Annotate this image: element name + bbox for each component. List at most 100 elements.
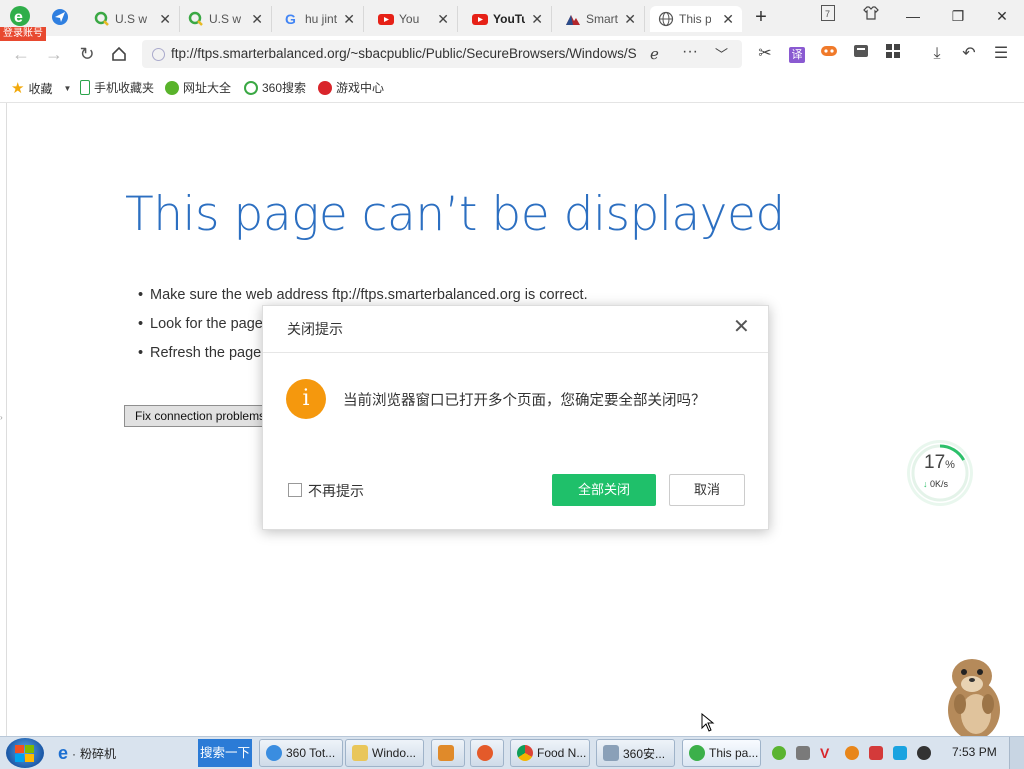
more-dots-icon[interactable]: ··· [682, 43, 698, 61]
cancel-button[interactable]: 取消 [669, 474, 745, 506]
youtube-icon [378, 11, 394, 27]
speed-widget[interactable]: 17% ↓ 0K/s [910, 443, 970, 503]
browser-logo-icon[interactable]: e [8, 5, 34, 27]
bookmark-mobile-favorites[interactable]: 手机收藏夹 [80, 79, 154, 96]
skin-shirt-icon[interactable] [857, 4, 885, 28]
taskbar-item-360-total[interactable]: 360 Tot... [259, 739, 343, 767]
side-arrow-icon[interactable]: › [0, 413, 3, 422]
mascot-groundhog-image[interactable] [930, 654, 1010, 740]
tray-search-icon[interactable] [845, 746, 859, 760]
download-icon[interactable]: ⤓ [926, 43, 948, 65]
taskbar-item-food[interactable]: Food N... [510, 739, 590, 767]
tray-v-icon[interactable]: V [820, 746, 834, 760]
bookmark-label: 360搜索 [262, 81, 307, 95]
tab-close-icon[interactable]: ✕ [722, 11, 734, 27]
tab-this-page-active[interactable]: This p ✕ [650, 6, 742, 32]
site-info-icon[interactable] [152, 48, 165, 61]
dot-separator: · [72, 746, 77, 761]
bookmark-sites[interactable]: 网址大全 [165, 79, 231, 96]
bookmark-360-search[interactable]: 360搜索 [244, 79, 306, 96]
quick-launch-shredder[interactable]: e · 粉碎机 [58, 743, 116, 764]
taskbar-item-app[interactable] [470, 739, 504, 767]
tab-close-icon[interactable]: ✕ [624, 11, 636, 27]
tray-monitor-icon[interactable] [893, 746, 907, 760]
taskbar-item-windows[interactable]: Windo... [345, 739, 424, 767]
bookmark-favorites[interactable]: ★ 收藏 ▼ [11, 79, 71, 97]
taskbar-label: Food N... [537, 746, 587, 760]
tab-close-icon[interactable]: ✕ [531, 11, 543, 27]
chevron-down-icon[interactable]: ﹀ [715, 44, 728, 63]
minimize-button[interactable]: — [899, 4, 927, 28]
youtube-icon [472, 11, 488, 27]
bookmark-label: 收藏 [28, 81, 53, 96]
dialog-close-icon[interactable]: ✕ [733, 316, 750, 338]
dropdown-arrow-icon[interactable]: ▼ [63, 84, 71, 93]
scissors-icon[interactable]: ✂ [754, 43, 776, 65]
login-account-badge[interactable]: 登录账号 [0, 27, 46, 41]
game-controller-icon[interactable] [818, 43, 840, 65]
tab-us-wa-1[interactable]: U.S wa ✕ [86, 6, 180, 32]
tab-count-icon[interactable]: 7 [814, 4, 842, 28]
tab-close-icon[interactable]: ✕ [159, 11, 171, 27]
tray-360-icon[interactable] [772, 746, 786, 760]
taskbar-label: Windo... [372, 746, 417, 760]
hint-look-for-page: Look for the page [138, 316, 263, 332]
apps-grid-icon[interactable] [882, 43, 904, 65]
tab-hu-jintao[interactable]: G hu jinta ✕ [276, 6, 364, 32]
tray-flag-icon[interactable] [869, 746, 883, 760]
ie-mode-icon[interactable]: ℯ [650, 45, 659, 63]
mouse-cursor-icon [701, 713, 715, 732]
start-button[interactable] [6, 738, 44, 768]
tray-volume-icon[interactable] [917, 746, 931, 760]
taskbar-item-this-page[interactable]: This pa... [682, 739, 761, 767]
tab-title: U.S wa [115, 12, 147, 26]
translate-icon[interactable]: 译 [786, 43, 808, 65]
fix-connection-button[interactable]: Fix connection problems [124, 405, 277, 427]
tab-close-icon[interactable]: ✕ [251, 11, 263, 27]
reload-icon[interactable]: ↻ [76, 43, 98, 65]
taskbar: e · 粉碎机 搜索一下 360 Tot... Windo... Food N.… [0, 736, 1024, 769]
tray-tool-icon[interactable] [796, 746, 810, 760]
restore-button[interactable]: ❐ [944, 4, 972, 28]
error-title: This page can’t be displayed [125, 187, 785, 242]
address-url[interactable]: ftp://ftps.smarterbalanced.org/~sbacpubl… [171, 46, 641, 61]
svg-text:G: G [285, 11, 296, 27]
dont-remind-checkbox[interactable] [288, 483, 302, 497]
speed-percent: 17% [924, 452, 955, 473]
dialog-message: 当前浏览器窗口已打开多个页面，您确定要全部关闭吗？ [343, 393, 706, 409]
taskbar-item-360-safe[interactable]: 360安... [596, 739, 675, 767]
new-tab-button[interactable]: + [750, 5, 772, 29]
menu-icon[interactable]: ☰ [990, 43, 1012, 65]
show-desktop-button[interactable] [1009, 737, 1024, 769]
hint-check-address: Make sure the web address ftp://ftps.sma… [138, 287, 588, 303]
taskbar-clock[interactable]: 7:53 PM [952, 745, 997, 759]
home-icon[interactable] [108, 43, 130, 65]
search-button[interactable]: 搜索一下 [198, 739, 252, 767]
close-all-button[interactable]: 全部关闭 [552, 474, 656, 506]
dont-remind-label[interactable]: 不再提示 [308, 481, 364, 501]
smarter-balanced-icon [565, 11, 581, 27]
tab-us-wa-2[interactable]: U.S wa ✕ [180, 6, 272, 32]
tab-title: This p [679, 12, 711, 26]
taskbar-item-media[interactable] [431, 739, 465, 767]
close-window-button[interactable]: ✕ [988, 4, 1016, 28]
tab-close-icon[interactable]: ✕ [437, 11, 449, 27]
undo-icon[interactable]: ↶ [958, 43, 980, 65]
reader-icon[interactable] [850, 43, 872, 65]
tab-smarter-balanced[interactable]: Smart ✕ [557, 6, 645, 32]
tab-youtube-1[interactable]: You ✕ [370, 6, 458, 32]
media-player-icon [438, 745, 454, 761]
taskbar-label: 360 Tot... [286, 746, 336, 760]
address-bar[interactable]: ftp://ftps.smarterbalanced.org/~sbacpubl… [142, 40, 742, 68]
tab-close-icon[interactable]: ✕ [343, 11, 355, 27]
send-icon[interactable] [52, 9, 68, 25]
bookmark-label: 手机收藏夹 [94, 81, 155, 95]
back-arrow-icon[interactable]: ← [10, 43, 32, 65]
dialog-divider [263, 352, 768, 353]
forward-arrow-icon[interactable]: → [43, 43, 65, 65]
search360-icon [244, 80, 258, 95]
tab-youtube-2[interactable]: YouTu ✕ [464, 6, 552, 32]
bookmark-game-center[interactable]: 游戏中心 [318, 79, 384, 96]
translate-label: 译 [789, 47, 805, 63]
windows-logo-icon [15, 745, 34, 762]
